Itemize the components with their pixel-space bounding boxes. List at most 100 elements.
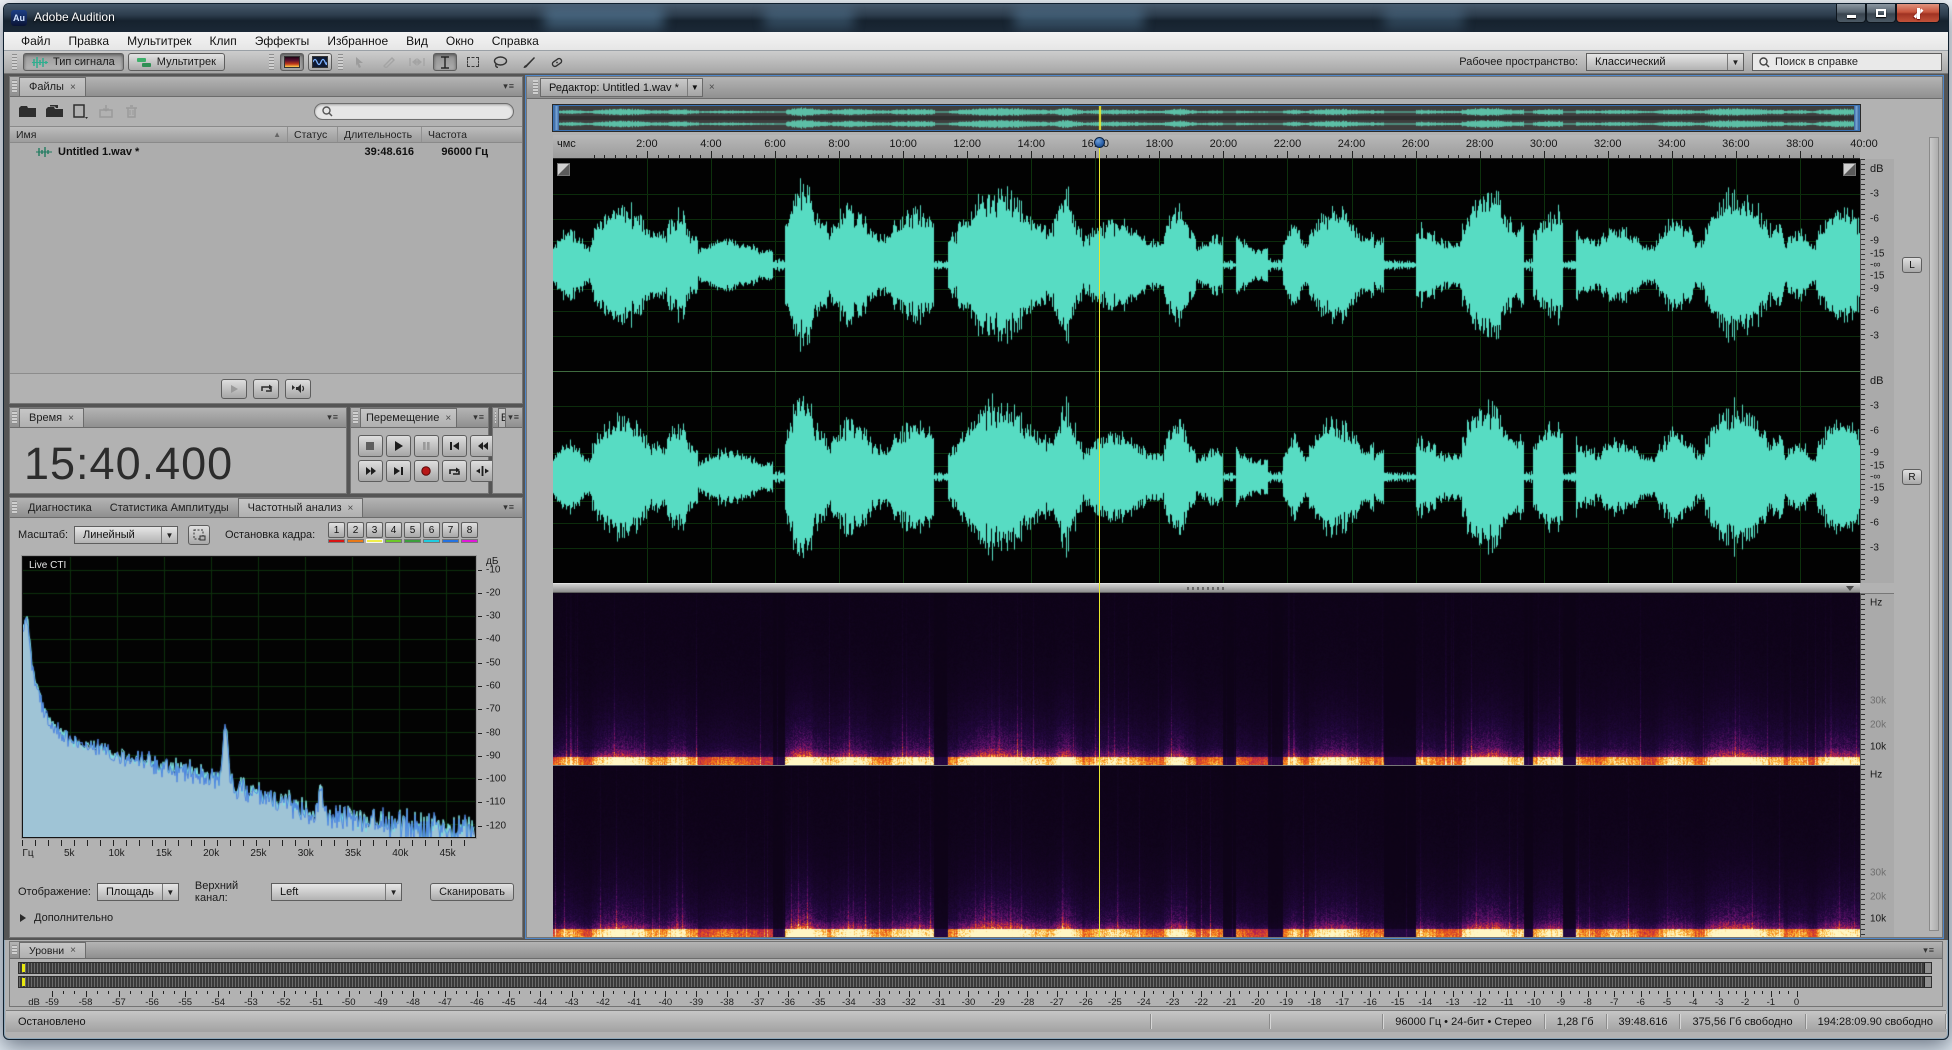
- pause-button[interactable]: [414, 435, 439, 457]
- preview-play-button[interactable]: [221, 379, 247, 399]
- overview-left-handle[interactable]: [554, 106, 559, 130]
- close-tab-icon[interactable]: ×: [445, 413, 451, 424]
- timeline-ruler[interactable]: чмс 2:004:006:008:0010:0012:0014:0016:00…: [553, 135, 1860, 159]
- multitrack-toggle[interactable]: Мультитрек: [128, 53, 225, 71]
- help-search-field[interactable]: Поиск в справке: [1752, 53, 1942, 71]
- panel-grip[interactable]: [12, 80, 17, 93]
- waveform-editor-toggle[interactable]: Тип сигнала: [23, 53, 124, 71]
- new-file-icon[interactable]: [72, 104, 90, 119]
- record-button[interactable]: [414, 460, 439, 482]
- lasso-tool[interactable]: [489, 53, 513, 71]
- close-tab-icon[interactable]: ×: [709, 82, 715, 93]
- display-dropdown[interactable]: Площадь ▼: [97, 883, 179, 901]
- corner-widget-icon[interactable]: [1843, 163, 1856, 176]
- tab-editor[interactable]: Редактор: Untitled 1.wav * ▼: [540, 78, 703, 97]
- slip-tool[interactable]: [405, 53, 429, 71]
- go-to-start-button[interactable]: [442, 435, 467, 457]
- file-row[interactable]: Untitled 1.wav *39:48.61696000 Гц: [10, 143, 522, 160]
- hold-frame-2[interactable]: 2: [347, 522, 364, 543]
- tab-analysis-2[interactable]: Частотный анализ×: [238, 498, 364, 517]
- panel-grip[interactable]: [12, 501, 17, 514]
- save-file-icon[interactable]: [97, 104, 117, 119]
- level-meter[interactable]: [18, 962, 1932, 988]
- panel-menu-icon[interactable]: ▾≡: [496, 502, 522, 513]
- tab-levels[interactable]: Уровни×: [19, 942, 86, 958]
- trash-icon[interactable]: [124, 104, 139, 119]
- minimize-button[interactable]: [1836, 4, 1866, 23]
- go-to-end-button[interactable]: [386, 460, 411, 482]
- play-button[interactable]: [386, 435, 411, 457]
- menu-item-6[interactable]: Вид: [397, 34, 437, 48]
- menu-item-8[interactable]: Справка: [483, 34, 548, 48]
- open-file-icon[interactable]: [18, 104, 38, 119]
- column-rate[interactable]: Частота: [422, 127, 522, 142]
- tab-analysis-1[interactable]: Статистика Амплитуды: [101, 498, 238, 517]
- workspace-dropdown[interactable]: Классический ▼: [1586, 53, 1744, 71]
- tab-transport[interactable]: Перемещение×: [360, 408, 457, 427]
- time-display[interactable]: 15:40.400: [24, 438, 233, 490]
- menu-item-4[interactable]: Эффекты: [246, 34, 319, 48]
- playhead-line[interactable]: [1099, 139, 1100, 937]
- maximize-button[interactable]: [1866, 4, 1896, 23]
- time-selection-tool[interactable]: [433, 53, 457, 71]
- paintbrush-tool[interactable]: [517, 53, 541, 71]
- tab-video[interactable]: Ви: [498, 408, 506, 427]
- tab-analysis-0[interactable]: Диагностика: [19, 498, 101, 517]
- column-name[interactable]: Имя▲: [10, 127, 288, 142]
- panel-menu-icon[interactable]: ▾≡: [1916, 945, 1942, 956]
- close-tab-icon[interactable]: ×: [70, 82, 76, 93]
- menu-item-1[interactable]: Правка: [60, 34, 119, 48]
- toolbar-grip[interactable]: [338, 54, 343, 70]
- spectral-display-button[interactable]: [280, 53, 304, 71]
- menu-item-5[interactable]: Избранное: [318, 34, 397, 48]
- menu-item-7[interactable]: Окно: [437, 34, 483, 48]
- scan-button[interactable]: Сканировать: [430, 883, 514, 901]
- preview-autoplay-button[interactable]: [285, 379, 311, 399]
- hold-frame-4[interactable]: 4: [385, 522, 402, 543]
- panel-menu-icon[interactable]: ▾≡: [470, 412, 488, 423]
- panel-grip[interactable]: [12, 411, 17, 424]
- corner-widget-icon[interactable]: [557, 163, 570, 176]
- panel-menu-icon[interactable]: ▾≡: [506, 412, 522, 423]
- overview-right-handle[interactable]: [1854, 106, 1859, 130]
- spot-healing-tool[interactable]: [545, 53, 569, 71]
- import-file-icon[interactable]: [45, 104, 65, 119]
- frequency-plot[interactable]: Live CTI: [22, 556, 476, 838]
- channel-left-button[interactable]: L: [1902, 257, 1922, 273]
- tab-time[interactable]: Время×: [19, 408, 84, 427]
- panel-menu-icon[interactable]: ▾≡: [496, 81, 522, 92]
- hold-frame-8[interactable]: 8: [461, 522, 478, 543]
- waveform-display-button[interactable]: [308, 53, 332, 71]
- waveform-display[interactable]: [553, 159, 1860, 583]
- toolbar-grip[interactable]: [12, 54, 17, 70]
- hold-frame-1[interactable]: 1: [328, 522, 345, 543]
- panel-grip[interactable]: [533, 80, 538, 95]
- close-tab-icon[interactable]: ×: [68, 413, 74, 424]
- menu-item-3[interactable]: Клип: [201, 34, 246, 48]
- razor-tool[interactable]: [377, 53, 401, 71]
- column-status[interactable]: Статус: [288, 127, 338, 142]
- panel-grip[interactable]: [495, 411, 496, 424]
- column-duration[interactable]: Длительность: [338, 127, 422, 142]
- marquee-tool[interactable]: [461, 53, 485, 71]
- close-tab-icon[interactable]: ×: [70, 945, 76, 956]
- menu-item-2[interactable]: Мультитрек: [118, 34, 200, 48]
- panel-grip[interactable]: [12, 945, 17, 955]
- vertical-scrollbar[interactable]: [1929, 137, 1939, 931]
- move-tool[interactable]: [349, 53, 373, 71]
- top-channel-dropdown[interactable]: Left ▼: [271, 883, 402, 901]
- hold-frame-3[interactable]: 3: [366, 522, 383, 543]
- close-tab-icon[interactable]: ×: [348, 503, 354, 514]
- hold-frame-6[interactable]: 6: [423, 522, 440, 543]
- close-button[interactable]: [1896, 4, 1940, 23]
- scale-dropdown[interactable]: Линейный ▼: [74, 526, 178, 544]
- spectral-display[interactable]: [553, 593, 1860, 937]
- snapshot-button[interactable]: [188, 525, 210, 545]
- panel-grip[interactable]: [353, 411, 358, 424]
- menu-item-0[interactable]: Файл: [12, 34, 60, 48]
- channel-right-button[interactable]: R: [1902, 469, 1922, 485]
- advanced-toggle[interactable]: Дополнительно: [20, 912, 113, 924]
- waveform-spectral-splitter[interactable]: [553, 583, 1860, 593]
- tab-files[interactable]: Файлы×: [19, 77, 86, 96]
- loop-button[interactable]: [442, 460, 467, 482]
